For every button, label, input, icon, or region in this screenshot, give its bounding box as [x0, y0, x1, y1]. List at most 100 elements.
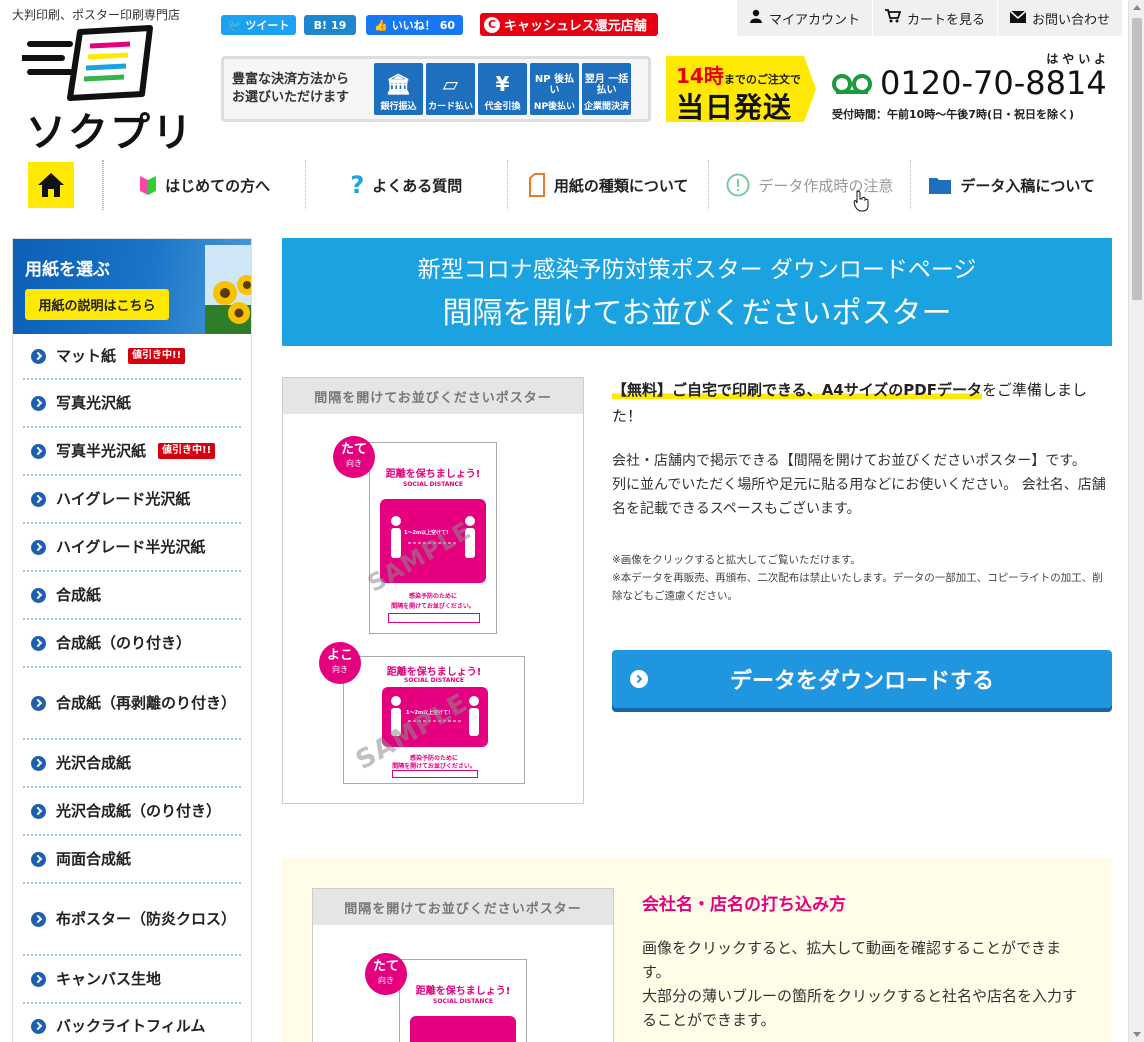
- scrollbar-thumb[interactable]: [1132, 18, 1142, 300]
- home-icon: [37, 173, 64, 197]
- mail-icon: [1009, 9, 1027, 27]
- nav-faq[interactable]: ? よくある質問: [304, 160, 507, 210]
- sidebar-header: 用紙を選ぶ 用紙の説明はこちら: [13, 239, 251, 334]
- cart-icon: [885, 9, 902, 27]
- chevron-right-icon: [31, 911, 46, 927]
- global-nav: はじめての方へ ? よくある質問 用紙の種類について データ作成時の注意 データ…: [12, 160, 1112, 210]
- sidebar-paper-item[interactable]: 光沢合成紙: [23, 740, 241, 788]
- portrait-poster-thumbnail: 距離を保ちましょう! SOCIAL DISTANCE: [399, 959, 527, 1042]
- chevron-right-icon: [31, 491, 46, 507]
- card-icon: ▱: [442, 72, 459, 96]
- chevron-right-icon: [31, 851, 46, 867]
- chevron-right-icon: [31, 803, 46, 819]
- chevron-right-icon: [31, 348, 46, 364]
- question-icon: ?: [350, 171, 365, 199]
- download-data-button[interactable]: データをダウンロードする: [612, 650, 1112, 708]
- howto-video-card[interactable]: 間隔を開けてお並びくださいポスター 距離を保ちましょう! SOCIAL DIST…: [312, 888, 614, 1042]
- payment-method-np: NP 後払い NP後払い: [530, 63, 579, 115]
- nav-data-submission[interactable]: データ入稿について: [910, 160, 1112, 210]
- howto-section: 間隔を開けてお並びくださいポスター 距離を保ちましょう! SOCIAL DIST…: [282, 858, 1112, 1042]
- chevron-right-icon: [31, 1018, 46, 1034]
- cashless-icon: C: [484, 16, 500, 33]
- np-icon: NP 後払い: [534, 74, 575, 96]
- cashless-badge[interactable]: C キャッシュレス還元店舗: [480, 13, 658, 36]
- poster-card-title: 間隔を開けてお並びくださいポスター: [283, 378, 583, 414]
- freedial-icon: [832, 74, 872, 94]
- page-banner: 新型コロナ感染予防対策ポスター ダウンロードページ 間隔を開けてお並びくださいポ…: [282, 238, 1112, 346]
- contact-link[interactable]: お問い合わせ: [997, 0, 1122, 36]
- sidebar-paper-item[interactable]: 光沢合成紙（のり付き）: [23, 788, 241, 836]
- landscape-poster-thumbnail: 距離を保ちましょう! SOCIAL DISTANCE 1〜2m以上空けて! 感染…: [343, 656, 525, 784]
- paper-icon: [528, 173, 545, 197]
- chevron-right-icon: [31, 539, 46, 555]
- bank-icon: 🏛: [385, 72, 412, 96]
- sidebar-paper-item[interactable]: ハイグレード光沢紙: [23, 476, 241, 524]
- chevron-right-icon: [31, 695, 46, 711]
- payment-method-card: ▱ カード払い: [426, 63, 475, 115]
- site-tagline: 大判印刷、ポスター印刷専門店: [12, 8, 181, 22]
- landscape-tag: よこ 向き: [319, 642, 361, 684]
- sunflower-photo: [205, 245, 251, 334]
- scroll-down-arrow-icon[interactable]: [1133, 1032, 1141, 1037]
- logo-wordmark: ソクプリ: [26, 110, 194, 156]
- same-day-shipping-badge: 14時までのご注文で 当日発送: [666, 56, 816, 122]
- hatena-bookmark-button[interactable]: B! 19: [304, 15, 356, 35]
- portrait-tag: たて 向き: [333, 436, 375, 478]
- poster-description: 【無料】ご自宅で印刷できる、A4サイズのPDFデータをご準備しました！ 会社・店…: [612, 381, 1106, 602]
- sidebar-paper-item[interactable]: 両面合成紙: [23, 836, 241, 884]
- tweet-button[interactable]: 🐦 ツイート: [221, 15, 296, 35]
- twitter-icon: 🐦: [227, 18, 242, 32]
- page-scrollbar[interactable]: [1128, 0, 1144, 1042]
- phone-contact: はやいよ 0120-70-8814 受付時間：午前10時〜午後7時(日・祝日を除…: [832, 52, 1110, 121]
- alert-icon: [726, 173, 750, 197]
- hand-cursor-icon: [853, 190, 869, 212]
- sidebar-paper-item[interactable]: キャンバス生地: [23, 956, 241, 1004]
- beginner-icon: [140, 176, 157, 195]
- sidebar-paper-item[interactable]: 合成紙: [23, 572, 241, 620]
- chevron-right-icon: [31, 395, 46, 411]
- paper-guide-button[interactable]: 用紙の説明はこちら: [25, 289, 169, 320]
- folder-icon: [929, 178, 952, 194]
- sidebar-paper-item[interactable]: マット紙 値引き中!!: [23, 334, 241, 380]
- sidebar-paper-item[interactable]: 写真光沢紙: [23, 380, 241, 428]
- phone-number[interactable]: 0120-70-8814: [880, 64, 1107, 102]
- payment-method-monthly: 翌月 一括払い 企業間決済: [582, 63, 631, 115]
- cod-icon: ¥: [495, 72, 510, 96]
- chevron-right-icon: [31, 587, 46, 603]
- view-cart-link[interactable]: カートを見る: [872, 0, 997, 36]
- payment-methods-box: 豊富な決済方法から お選びいただけます 🏛 銀行振込 ▱ カード払い ¥ 代金引換 NP 後…: [221, 56, 651, 122]
- home-button[interactable]: [28, 162, 74, 208]
- nav-data-notes[interactable]: データ作成時の注意: [708, 160, 910, 210]
- sidebar-paper-item[interactable]: 合成紙（再剥離のり付き）: [23, 668, 241, 740]
- nav-beginners[interactable]: はじめての方へ: [103, 160, 305, 210]
- sidebar-paper-item[interactable]: バックライトフィルム: [23, 1004, 241, 1042]
- chevron-right-icon: [31, 971, 46, 987]
- monthly-icon: 翌月 一括払い: [584, 74, 629, 96]
- page-title: 間隔を開けてお並びくださいポスター: [442, 296, 952, 331]
- banner-subtitle: 新型コロナ感染予防対策ポスター ダウンロードページ: [417, 257, 977, 283]
- sale-badge: 値引き中!!: [158, 443, 216, 459]
- payment-method-cod: ¥ 代金引換: [478, 63, 527, 115]
- site-header: 大判印刷、ポスター印刷専門店 ソクプリ 🐦 ツイート B! 19 👍 いいね！ …: [0, 0, 1128, 156]
- portrait-poster-thumbnail: 距離を保ちましょう! SOCIAL DISTANCE 1〜2m以上空けて! 感染…: [363, 442, 497, 634]
- sidebar-paper-item[interactable]: 布ポスター（防炎クロス）: [23, 884, 241, 956]
- sale-badge: 値引き中!!: [128, 348, 186, 364]
- top-utility-bar: マイアカウント カートを見る お問い合わせ: [736, 0, 1123, 36]
- nav-paper-types[interactable]: 用紙の種類について: [506, 160, 709, 210]
- payment-method-bank: 🏛 銀行振込: [374, 63, 423, 115]
- chevron-right-icon: [630, 670, 648, 688]
- paper-sidebar: 用紙を選ぶ 用紙の説明はこちら マット紙 値引き中!! 写真光沢紙 写真半光沢紙 値引き…: [12, 238, 252, 1042]
- paper-list: マット紙 値引き中!! 写真光沢紙 写真半光沢紙 値引き中!! ハイグレード光沢紙 ハイグレ…: [13, 334, 251, 1042]
- poster-preview-card[interactable]: 間隔を開けてお並びくださいポスター 距離を保ちましょう! SOCIAL DIST…: [282, 377, 584, 804]
- howto-title: 会社名・店名の打ち込み方: [642, 895, 846, 915]
- sidebar-paper-item[interactable]: 合成紙（のり付き）: [23, 620, 241, 668]
- thumbs-up-icon: 👍: [373, 18, 388, 32]
- chevron-right-icon: [31, 635, 46, 651]
- sidebar-paper-item[interactable]: ハイグレード半光沢紙: [23, 524, 241, 572]
- scroll-up-arrow-icon[interactable]: [1133, 5, 1141, 10]
- sidebar-paper-item[interactable]: 写真半光沢紙 値引き中!!: [23, 428, 241, 476]
- my-account-link[interactable]: マイアカウント: [736, 0, 872, 36]
- facebook-like-button[interactable]: 👍 いいね！ 60: [366, 15, 463, 35]
- portrait-tag: たて 向き: [365, 953, 407, 995]
- payment-icons: 🏛 銀行振込 ▱ カード払い ¥ 代金引換 NP 後払い NP後払い 翌月 一括払い 企業間決済: [374, 63, 631, 115]
